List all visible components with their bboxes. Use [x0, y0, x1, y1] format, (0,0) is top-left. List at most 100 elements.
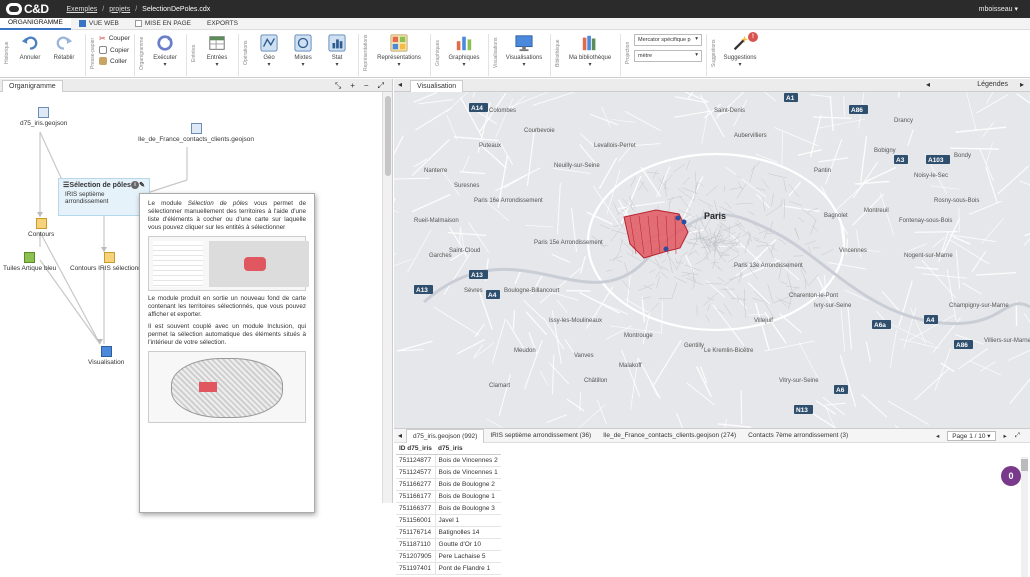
node-ile-de-france-contacts[interactable]: Ile_de_France_contacts_clients.geojson	[138, 123, 254, 143]
table-row[interactable]: 751207905Pere Lachaise 5	[396, 550, 501, 562]
redo-button[interactable]: Rétablir	[47, 34, 81, 61]
geo-button[interactable]: Géo▾	[252, 34, 286, 68]
help-chat-button[interactable]: 0	[1001, 466, 1021, 486]
group-operations: Opérations Géo▾ Mixtes▾ Stat▾	[239, 34, 359, 76]
node-selection-de-poles[interactable]: ☰Sélection de pôlesi✎ IRIS septième arro…	[58, 178, 150, 216]
node-tuiles[interactable]: Tuiles Artique bleu	[3, 252, 56, 272]
legend-toggle[interactable]: Légendes	[977, 81, 1008, 88]
bibliotheque-button[interactable]: Ma bibliothèque▾	[564, 34, 616, 68]
execute-button[interactable]: Exécuter▾	[148, 34, 182, 68]
expand-table-icon[interactable]: ⤢	[1015, 432, 1020, 440]
tab-exports[interactable]: EXPORTS	[199, 18, 246, 30]
highway-badge-label: A3	[896, 157, 905, 164]
organigramme-scrollbar[interactable]	[382, 92, 392, 503]
graphiques-button[interactable]: Graphiques▾	[444, 34, 484, 68]
tab-vue-web[interactable]: VUE WEB	[71, 18, 127, 30]
representations-icon	[390, 34, 408, 52]
visualisations-button[interactable]: Visualisations▾	[502, 34, 546, 68]
copy-button[interactable]: Copier	[99, 46, 130, 54]
column-header-id[interactable]: ID d75_iris	[396, 443, 435, 454]
collapse-legend-icon[interactable]: ◂	[926, 80, 930, 89]
suggestions-button[interactable]: Suggestions▾ !	[720, 34, 760, 68]
entrees-button[interactable]: Entrées▾	[200, 34, 234, 68]
map-place-label: Nogent-sur-Marne	[904, 253, 953, 259]
map-place-label: Villejuif	[754, 318, 773, 324]
map-place-label: Garches	[429, 253, 452, 259]
cell-name: Pont de Flandre 1	[435, 562, 501, 574]
stat-button[interactable]: Stat▾	[320, 34, 354, 68]
highway-badge-label: A13	[416, 287, 428, 294]
expand-right-icon[interactable]: ▸	[1020, 80, 1024, 89]
table-input-icon	[208, 34, 226, 52]
map-place-label: Rosny-sous-Bois	[934, 198, 979, 204]
table-row[interactable]: 751156001Javel 1	[396, 514, 501, 526]
table-tab-d75[interactable]: d75_iris.geojson (992)	[406, 429, 484, 443]
tab-mise-en-page[interactable]: MISE EN PAGE	[127, 18, 199, 30]
contours-icon	[104, 252, 115, 263]
drag-handle-icon[interactable]: ☰	[63, 181, 69, 189]
pager-next-icon[interactable]: ▸	[1004, 432, 1007, 440]
scissors-icon: ✂	[99, 34, 106, 43]
cell-name: Pere Lachaise 5	[435, 550, 501, 562]
suggestions-badge: !	[748, 32, 758, 42]
module-screenshot-1	[148, 236, 306, 291]
table-row[interactable]: 751166277Bois de Boulogne 2	[396, 478, 501, 490]
table-tab-contacts-idf[interactable]: Ile_de_France_contacts_clients.geojson (…	[597, 429, 742, 443]
node-contours-iris[interactable]: Contours IRIS sélectionnés	[70, 252, 149, 272]
cell-name: Goutte d'Or 10	[435, 538, 501, 550]
tab-organigramme-panel[interactable]: Organigramme	[2, 80, 63, 92]
pager-prev-icon[interactable]: ◂	[936, 432, 939, 440]
flow-canvas[interactable]: d75_iris.geojson Ile_de_France_contacts_…	[0, 92, 380, 503]
map-place-label: Bondy	[954, 153, 971, 159]
highway-badge-label: A4	[926, 317, 935, 324]
map-view[interactable]: ParisParis 15e ArrondissementParis 16e A…	[394, 92, 1030, 428]
table-row[interactable]: 751124577Bois de Vincennes 1	[396, 466, 501, 478]
mise-en-page-checkbox[interactable]	[135, 20, 142, 27]
table-row[interactable]: 751176714Batignolles 14	[396, 526, 501, 538]
paste-button[interactable]: Coller	[99, 57, 130, 65]
map-place-label: Noisy-le-Sec	[914, 173, 948, 179]
zoom-out-icon[interactable]: −	[364, 81, 369, 91]
tab-visualisation[interactable]: Visualisation	[410, 80, 463, 92]
unit-select[interactable]: mètre	[634, 50, 702, 62]
fit-icon[interactable]: ⤡	[335, 81, 341, 91]
table-row[interactable]: 751197401Pont de Flandre 1	[396, 562, 501, 574]
node-contours[interactable]: Contours	[28, 218, 54, 238]
table-row[interactable]: 751124877Bois de Vincennes 2	[396, 454, 501, 466]
zoom-in-icon[interactable]: +	[350, 81, 355, 91]
pin-icon[interactable]: ✎	[139, 181, 145, 189]
mixtes-button[interactable]: Mixtes▾	[286, 34, 320, 68]
table-tab-iris7[interactable]: IRIS septième arrondissement (36)	[484, 429, 597, 443]
breadcrumb-projets[interactable]: projets	[109, 6, 130, 13]
vue-web-checkbox[interactable]	[79, 20, 86, 27]
expand-icon[interactable]: ⤢	[378, 81, 384, 91]
info-icon[interactable]: i	[131, 181, 139, 189]
contours-icon	[36, 218, 47, 229]
table-row[interactable]: 751166177Bois de Boulogne 1	[396, 490, 501, 502]
table-tabs-prev-icon[interactable]: ◂	[394, 431, 406, 440]
table-scrollbar[interactable]	[1021, 457, 1028, 577]
node-d75-iris[interactable]: d75_iris.geojson	[20, 107, 67, 127]
node-visualisation[interactable]: Visualisation	[88, 346, 124, 366]
table-row[interactable]: 751166377Bois de Boulogne 3	[396, 502, 501, 514]
tab-organigramme[interactable]: ORGANIGRAMME	[0, 18, 71, 30]
representations-button[interactable]: Représentations▾	[372, 34, 426, 68]
user-menu[interactable]: mboisseau ▾	[979, 5, 1018, 13]
undo-button[interactable]: Annuler	[13, 34, 47, 61]
collapse-left-icon[interactable]: ◂	[398, 80, 402, 89]
cell-id: 751166177	[396, 490, 435, 502]
cell-id: 751124577	[396, 466, 435, 478]
map-place-label: Paris	[704, 211, 726, 221]
cut-button[interactable]: ✂Couper	[99, 34, 130, 43]
execute-icon	[156, 34, 174, 52]
table-tab-contacts7[interactable]: Contacts 7ème arrondissement (3)	[742, 429, 854, 443]
copy-icon	[99, 46, 107, 54]
app-logo[interactable]: C&D	[6, 2, 49, 16]
breadcrumb-exemples[interactable]: Exemples	[67, 6, 98, 13]
page-select[interactable]: Page 1 / 10 ▾	[947, 431, 995, 441]
main-tabs: ORGANIGRAMME VUE WEB MISE EN PAGE EXPORT…	[0, 18, 1030, 30]
table-row[interactable]: 751187110Goutte d'Or 10	[396, 538, 501, 550]
projection-select[interactable]: Mercator spécifique p	[634, 34, 702, 46]
column-header-name[interactable]: d75_iris	[435, 443, 501, 454]
magic-wand-icon	[731, 34, 749, 52]
